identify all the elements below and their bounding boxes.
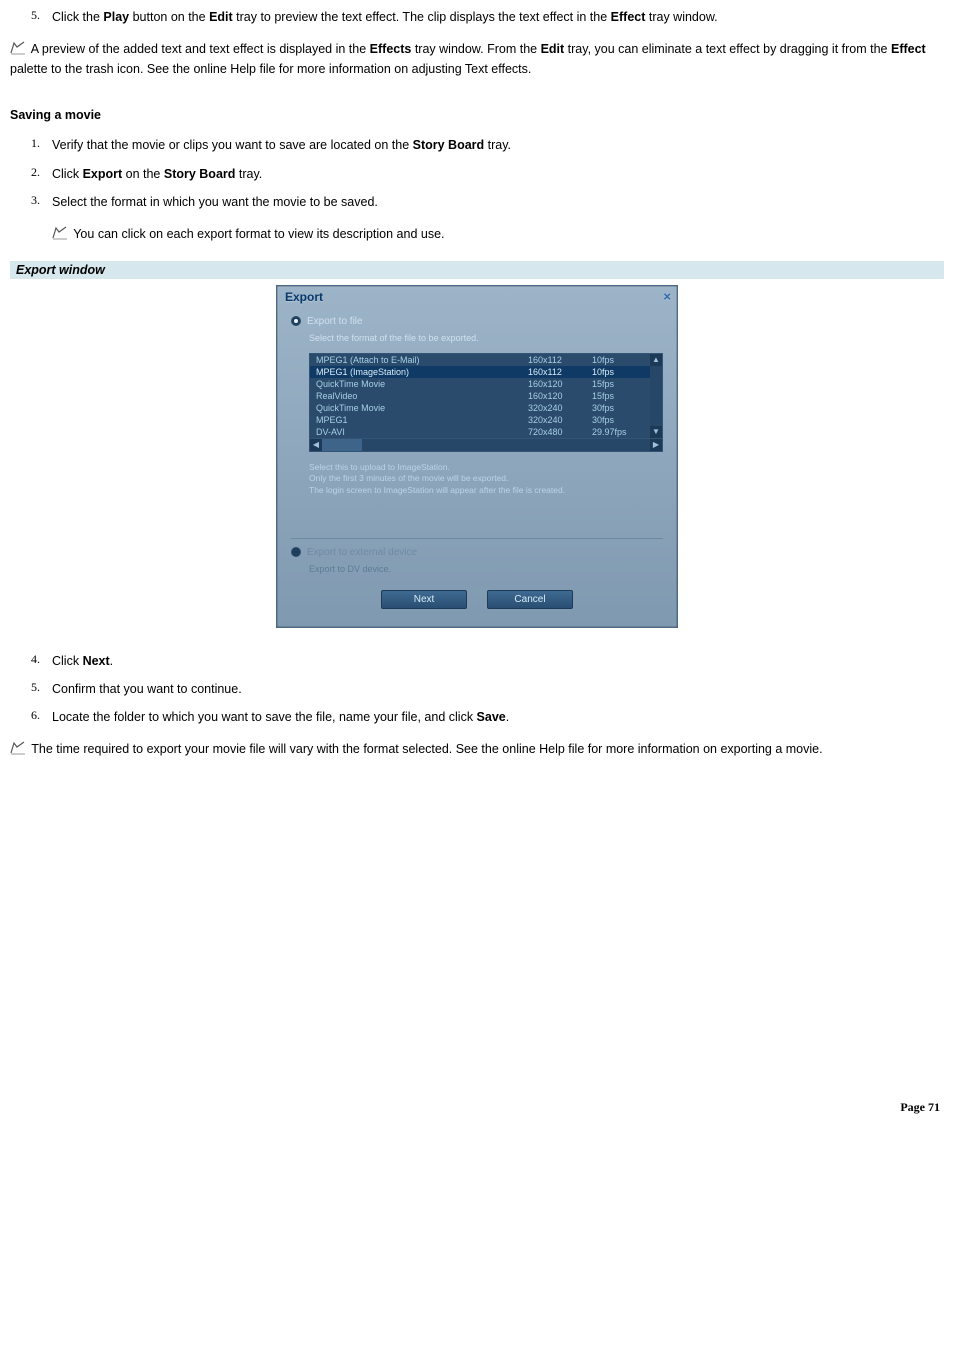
format-fps: 10fps (592, 367, 648, 377)
vertical-scrollbar[interactable]: ▲ ▼ (650, 354, 662, 438)
format-resolution: 160x112 (528, 367, 588, 377)
format-name: DV-AVI (316, 427, 524, 437)
note-text-effects: A preview of the added text and text eff… (10, 40, 944, 78)
step-text: Confirm that you want to continue. (52, 680, 944, 698)
step-number: 4. (10, 652, 52, 667)
format-fps: 30fps (592, 415, 648, 425)
figure-caption-export-window: Export window (10, 261, 944, 279)
format-name: QuickTime Movie (316, 379, 524, 389)
format-resolution: 160x120 (528, 391, 588, 401)
format-row[interactable]: DV-AVI 720x480 29.97fps (310, 426, 662, 438)
format-fps: 10fps (592, 355, 648, 365)
saving-steps-b: 4. Click Next. 5. Confirm that you want … (10, 652, 944, 726)
cancel-button[interactable]: Cancel (487, 590, 573, 609)
note-export-time: The time required to export your movie f… (10, 740, 944, 760)
saving-step-4: 4. Click Next. (10, 652, 944, 670)
export-titlebar: Export × (277, 286, 677, 314)
format-row[interactable]: MPEG1 (ImageStation) 160x112 10fps (310, 366, 662, 378)
saving-step-1: 1. Verify that the movie or clips you wa… (10, 136, 944, 154)
heading-saving-movie: Saving a movie (10, 108, 944, 122)
export-to-file-subtext: Select the format of the file to be expo… (291, 333, 663, 343)
step-number: 5. (10, 8, 52, 23)
scroll-right-icon[interactable]: ▶ (650, 439, 662, 451)
step-number: 5. (10, 680, 52, 695)
scroll-track[interactable] (322, 439, 650, 451)
format-resolution: 160x120 (528, 379, 588, 389)
saving-step-5: 5. Confirm that you want to continue. (10, 680, 944, 698)
format-row[interactable]: QuickTime Movie 320x240 30fps (310, 402, 662, 414)
format-fps: 30fps (592, 403, 648, 413)
saving-step-6: 6. Locate the folder to which you want t… (10, 708, 944, 726)
radio-icon (291, 547, 301, 557)
note-icon (52, 226, 68, 245)
format-name: MPEG1 (ImageStation) (316, 367, 524, 377)
format-fps: 15fps (592, 391, 648, 401)
format-fps: 29.97fps (592, 427, 648, 437)
saving-step-2: 2. Click Export on the Story Board tray. (10, 165, 944, 183)
scroll-thumb[interactable] (322, 439, 362, 451)
step-text: Verify that the movie or clips you want … (52, 136, 944, 154)
format-name: RealVideo (316, 391, 524, 401)
format-row[interactable]: QuickTime Movie 160x120 15fps (310, 378, 662, 390)
format-resolution: 720x480 (528, 427, 588, 437)
scroll-left-icon[interactable]: ◀ (310, 439, 322, 451)
format-resolution: 320x240 (528, 403, 588, 413)
format-resolution: 160x112 (528, 355, 588, 365)
format-row[interactable]: RealVideo 160x120 15fps (310, 390, 662, 402)
format-description: Select this to upload to ImageStation. O… (309, 462, 663, 530)
step-text: Click Export on the Story Board tray. (52, 165, 944, 183)
saving-step-3: 3. Select the format in which you want t… (10, 193, 944, 211)
note-export-formats: You can click on each export format to v… (52, 225, 944, 245)
step-number: 2. (10, 165, 52, 180)
format-fps: 15fps (592, 379, 648, 389)
format-row[interactable]: MPEG1 (Attach to E-Mail) 160x112 10fps (310, 354, 662, 366)
separator (291, 538, 663, 539)
step-text: Click Next. (52, 652, 944, 670)
radio-icon (291, 316, 301, 326)
step-5: 5. Click the Play button on the Edit tra… (10, 8, 944, 26)
step-text: Locate the folder to which you want to s… (52, 708, 944, 726)
export-to-device-subtext: Export to DV device. (291, 564, 663, 574)
step-text: Select the format in which you want the … (52, 193, 944, 211)
radio-export-to-device[interactable]: Export to external device (291, 547, 663, 558)
step-text: Click the Play button on the Edit tray t… (52, 8, 944, 26)
scroll-down-icon[interactable]: ▼ (650, 426, 662, 438)
scroll-up-icon[interactable]: ▲ (650, 354, 662, 366)
horizontal-scrollbar[interactable]: ◀ ▶ (309, 439, 663, 452)
step-number: 6. (10, 708, 52, 723)
page-number: Page 71 (10, 1100, 944, 1115)
export-title-text: Export (285, 290, 323, 304)
format-name: QuickTime Movie (316, 403, 524, 413)
format-row[interactable]: MPEG1 320x240 30fps (310, 414, 662, 426)
close-icon[interactable]: × (663, 290, 671, 303)
next-button[interactable]: Next (381, 590, 467, 609)
export-window-figure: Export × Export to file Select the forma… (10, 285, 944, 628)
format-resolution: 320x240 (528, 415, 588, 425)
format-name: MPEG1 (Attach to E-Mail) (316, 355, 524, 365)
saving-steps-a: 1. Verify that the movie or clips you wa… (10, 136, 944, 210)
format-name: MPEG1 (316, 415, 524, 425)
note-icon (10, 741, 26, 760)
note-icon (10, 41, 26, 60)
step-list-continued: 5. Click the Play button on the Edit tra… (10, 8, 944, 26)
format-list[interactable]: MPEG1 (Attach to E-Mail)160x11210fpsMPEG… (309, 353, 663, 439)
export-window: Export × Export to file Select the forma… (276, 285, 678, 628)
step-number: 1. (10, 136, 52, 151)
radio-export-to-file[interactable]: Export to file (291, 316, 663, 327)
step-number: 3. (10, 193, 52, 208)
